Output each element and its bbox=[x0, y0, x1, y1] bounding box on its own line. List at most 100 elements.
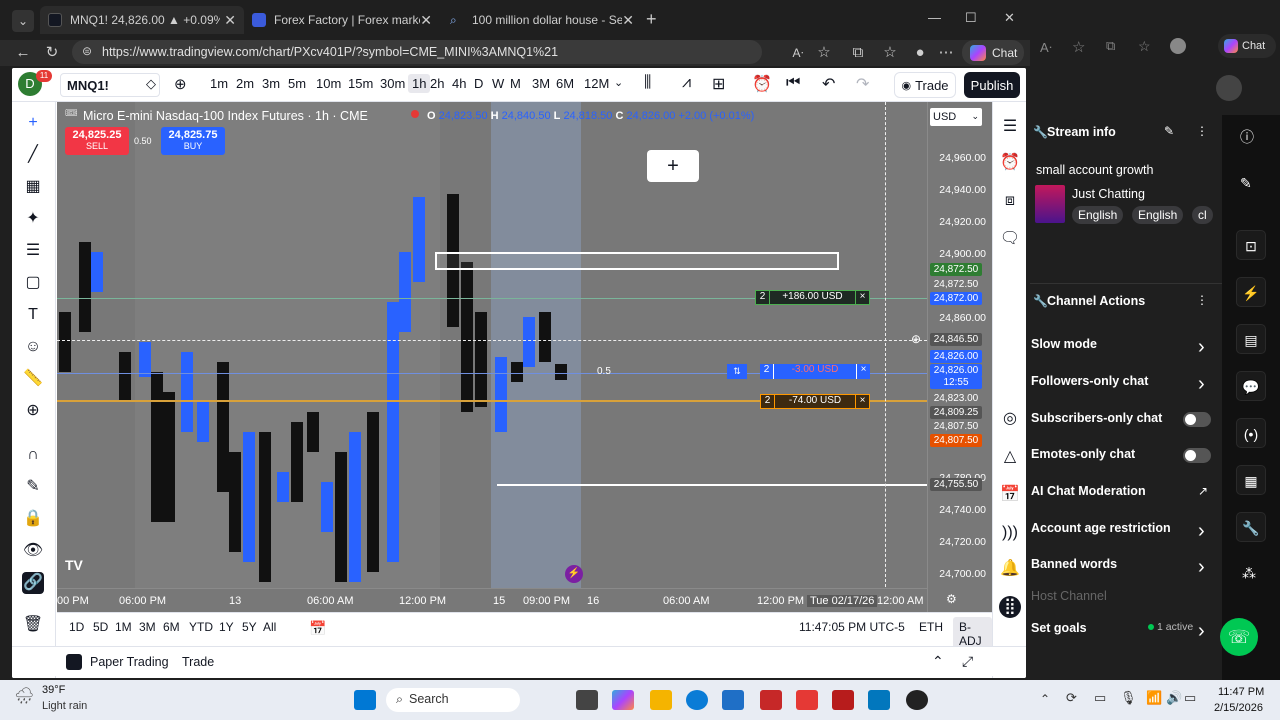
trend-line-icon[interactable]: ╱ bbox=[22, 144, 44, 166]
link-icon[interactable]: 🔗 bbox=[22, 572, 44, 594]
copilot-taskbar-icon[interactable] bbox=[612, 690, 634, 710]
extensions-icon[interactable]: ⁂ bbox=[1242, 565, 1256, 582]
sell-button[interactable]: 24,825.25 SELL bbox=[65, 127, 129, 155]
timeframe-dropdown-icon[interactable]: ⌄ bbox=[614, 76, 623, 89]
lock-icon[interactable]: 🔒 bbox=[22, 508, 44, 530]
reverse-position-icon[interactable]: ⇅ bbox=[727, 364, 747, 379]
channel-action-item[interactable]: Slow mode bbox=[1031, 337, 1097, 351]
toggle-switch[interactable] bbox=[1183, 448, 1211, 463]
chevron-right-icon[interactable]: › bbox=[1198, 373, 1205, 396]
price-axis[interactable]: USD ⌄ 24,960.00 24,940.00 24,920.00 24,900.… bbox=[927, 102, 992, 612]
indicators-icon[interactable]: ⩘ bbox=[682, 74, 691, 92]
time-axis-settings-icon[interactable]: ⚙ bbox=[946, 592, 957, 606]
target-icon[interactable]: ◎ bbox=[999, 408, 1021, 430]
timeframe-2m[interactable]: 2m bbox=[236, 76, 254, 91]
range-1D[interactable]: 1D bbox=[69, 620, 84, 634]
channel-action-item[interactable]: Account age restriction bbox=[1031, 521, 1171, 535]
clip-icon[interactable]: ⊡ bbox=[1236, 230, 1266, 260]
app-icon[interactable] bbox=[760, 690, 782, 710]
notes-icon[interactable]: ▤ bbox=[1236, 324, 1266, 354]
tray-chevron-icon[interactable]: ⌃ bbox=[1040, 692, 1050, 706]
forecast-icon[interactable]: ☰ bbox=[22, 240, 44, 262]
new-tab-icon[interactable]: + bbox=[646, 9, 657, 30]
fav-flag-icon[interactable]: 🎟 bbox=[65, 108, 78, 119]
tools-icon[interactable]: 🔧 bbox=[1236, 512, 1266, 542]
task-view-icon[interactable] bbox=[576, 690, 598, 710]
ruler-icon[interactable]: 📏 bbox=[22, 368, 44, 390]
channel-action-item[interactable]: Subscribers-only chat bbox=[1031, 411, 1162, 425]
layers-icon[interactable]: ⧈ bbox=[999, 190, 1021, 212]
quick-add-widget[interactable]: + bbox=[647, 150, 699, 182]
toggle-switch[interactable] bbox=[1183, 412, 1211, 427]
timeframe-3m[interactable]: 3m bbox=[262, 76, 280, 91]
collapse-panel-icon[interactable]: ⌃ bbox=[932, 653, 944, 670]
timeframe-D[interactable]: D bbox=[474, 76, 483, 91]
goto-date-icon[interactable]: 📅 bbox=[309, 620, 326, 637]
channel-actions-more-icon[interactable]: ⋮ bbox=[1196, 293, 1208, 307]
tab-tradingview[interactable]: MNQ1! 24,826.00 ▲ +0.09% Dtr ✕ bbox=[40, 6, 244, 34]
range-YTD[interactable]: YTD bbox=[189, 620, 213, 634]
chat-icon[interactable]: 🗨 bbox=[999, 228, 1021, 250]
taskbar-search[interactable]: ⌕ Search bbox=[386, 688, 520, 712]
extensions-icon[interactable]: ⧉ bbox=[1106, 38, 1115, 54]
crosshair-icon[interactable]: + bbox=[22, 112, 44, 134]
profile-icon[interactable] bbox=[1170, 38, 1186, 54]
pattern-icon[interactable]: ✦ bbox=[22, 208, 44, 230]
close-order-icon[interactable]: × bbox=[856, 364, 870, 379]
timeframe-5m[interactable]: 5m bbox=[288, 76, 306, 91]
edit-icon[interactable]: ✎ bbox=[1240, 175, 1252, 192]
trash-icon[interactable]: 🗑 bbox=[22, 614, 44, 636]
timeframe-4h[interactable]: 4h bbox=[452, 76, 466, 91]
trade-tab[interactable]: Trade bbox=[182, 655, 214, 669]
text-icon[interactable]: T bbox=[22, 304, 44, 326]
favorites-icon[interactable]: ☆ bbox=[1138, 38, 1151, 55]
timeframe-10m[interactable]: 10m bbox=[316, 76, 341, 91]
close-tab-icon[interactable]: ✕ bbox=[420, 12, 432, 29]
alerts-icon[interactable]: ⏰ bbox=[999, 152, 1021, 174]
channel-action-item[interactable]: Banned words bbox=[1031, 557, 1117, 571]
start-icon[interactable] bbox=[354, 690, 376, 710]
add-symbol-icon[interactable]: ⊕ bbox=[174, 75, 187, 93]
replay-icon[interactable]: ⏮ bbox=[786, 74, 800, 92]
range-5Y[interactable]: 5Y bbox=[242, 620, 257, 634]
back-icon[interactable]: ← bbox=[13, 43, 33, 63]
antivirus-icon[interactable] bbox=[796, 690, 818, 710]
weather-icon[interactable]: 🌧 bbox=[14, 686, 34, 706]
chevron-right-icon[interactable]: › bbox=[1198, 556, 1205, 579]
timeframe-1m[interactable]: 1m bbox=[210, 76, 228, 91]
tab-list-button[interactable]: ⌄ bbox=[12, 10, 34, 32]
copilot-chat-button[interactable]: Chat bbox=[1218, 34, 1276, 58]
channel-action-item[interactable]: Set goals bbox=[1031, 621, 1087, 635]
position-order[interactable]: 2 +186.00 USD × bbox=[755, 290, 870, 305]
timeframe-30m[interactable]: 30m bbox=[380, 76, 405, 91]
chat-bubble-icon[interactable]: 💬 bbox=[1236, 371, 1266, 401]
event-marker-icon[interactable]: ⚡ bbox=[565, 565, 583, 583]
external-link-icon[interactable]: ↗ bbox=[1198, 484, 1208, 498]
ideas-icon[interactable]: △ bbox=[999, 446, 1021, 468]
app-icon[interactable] bbox=[832, 690, 854, 710]
channel-action-item[interactable]: Emotes-only chat bbox=[1031, 447, 1135, 461]
redo-icon[interactable]: ↷ bbox=[856, 74, 869, 94]
stream-icon[interactable]: ))) bbox=[999, 522, 1021, 544]
maximize-panel-icon[interactable]: ⤢ bbox=[962, 653, 973, 670]
edge-icon[interactable] bbox=[686, 690, 708, 710]
chevron-right-icon[interactable]: › bbox=[1198, 520, 1205, 543]
undo-icon[interactable]: ↶ bbox=[822, 74, 835, 94]
clock-time[interactable]: 11:47 PM bbox=[1218, 686, 1264, 698]
favorite-star-icon[interactable]: ☆ bbox=[1072, 38, 1085, 56]
read-aloud-icon[interactable]: Aᐧ bbox=[788, 43, 808, 63]
refresh-icon[interactable]: ↻ bbox=[42, 43, 62, 63]
add-alert-icon[interactable]: ⊕ bbox=[911, 332, 921, 346]
stream-info-more-icon[interactable]: ⋮ bbox=[1196, 124, 1208, 138]
extensions-icon[interactable]: ⧉ bbox=[848, 43, 868, 63]
lightning-icon[interactable]: ⚡ bbox=[1236, 277, 1266, 307]
streamer-avatar[interactable] bbox=[1216, 75, 1242, 101]
battery-icon[interactable]: ▭ bbox=[1184, 690, 1196, 706]
timeframe-2h[interactable]: 2h bbox=[430, 76, 444, 91]
maximize-icon[interactable]: ☐ bbox=[965, 10, 977, 26]
read-aloud-icon[interactable]: Aᐧ bbox=[1040, 40, 1052, 56]
close-window-icon[interactable]: ✕ bbox=[1004, 10, 1015, 26]
chevron-right-icon[interactable]: › bbox=[1198, 620, 1205, 643]
timeframe-3M[interactable]: 3M bbox=[532, 76, 550, 91]
trade-button[interactable]: ◉ Trade bbox=[894, 72, 956, 98]
